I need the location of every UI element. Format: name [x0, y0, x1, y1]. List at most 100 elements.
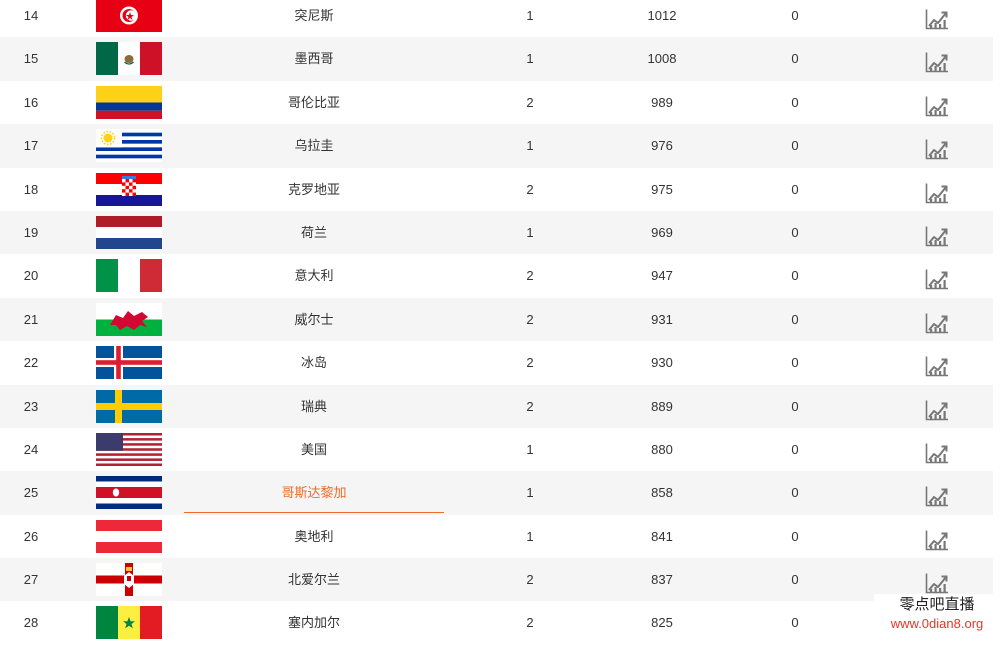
played-cell: 1 [526, 51, 534, 67]
trend-cell[interactable] [912, 211, 962, 254]
country-name-link[interactable]: 意大利 [184, 254, 444, 297]
table-row: 22 冰岛 2 930 0 [0, 341, 993, 384]
country-name-link[interactable]: 克罗地亚 [184, 168, 444, 211]
rank-cell: 28 [23, 615, 39, 631]
line-chart-icon[interactable] [925, 91, 949, 117]
points-cell: 989 [651, 94, 673, 110]
flag-cell [96, 124, 162, 167]
points-cell: 858 [651, 485, 673, 501]
table-row: 19 荷兰 1 969 0 [0, 210, 993, 255]
trend-cell[interactable] [912, 168, 962, 211]
trend-cell[interactable] [912, 37, 962, 80]
sweden-flag [96, 389, 162, 423]
change-cell: 0 [791, 8, 799, 23]
country-name-link[interactable]: 乌拉圭 [184, 124, 444, 167]
line-chart-icon[interactable] [925, 351, 949, 377]
points-cell: 947 [651, 268, 673, 284]
line-chart-icon[interactable] [925, 308, 949, 334]
country-name-link[interactable]: 美国 [184, 428, 444, 471]
points-cell: 976 [651, 138, 673, 154]
line-chart-icon[interactable] [925, 178, 949, 203]
trend-cell[interactable] [912, 124, 962, 167]
trend-cell[interactable] [912, 385, 962, 428]
change-cell: 0 [791, 485, 799, 501]
line-chart-icon[interactable] [925, 568, 949, 594]
change-cell: 0 [791, 138, 799, 154]
wales-flag [96, 302, 162, 336]
country-name-link[interactable]: 冰岛 [184, 341, 444, 384]
flag-cell [96, 471, 162, 514]
country-name-link[interactable]: 墨西哥 [184, 37, 444, 80]
points-cell: 841 [651, 528, 673, 544]
played-cell: 1 [526, 8, 534, 23]
rank-cell: 17 [23, 138, 39, 154]
played-cell: 1 [526, 224, 534, 240]
played-cell: 1 [526, 138, 534, 154]
played-cell: 2 [526, 398, 534, 414]
change-cell: 0 [791, 311, 799, 327]
line-chart-icon[interactable] [925, 438, 949, 464]
points-cell: 825 [651, 615, 673, 631]
trend-cell[interactable] [912, 428, 962, 471]
flag-cell [96, 254, 162, 297]
trend-cell[interactable] [912, 341, 962, 384]
change-cell: 0 [791, 441, 799, 457]
flag-cell [96, 168, 162, 211]
country-name-link[interactable]: 威尔士 [184, 298, 444, 341]
rank-cell: 15 [23, 51, 39, 67]
played-cell: 2 [526, 615, 534, 631]
country-name-link[interactable]: 塞内加尔 [184, 601, 444, 644]
country-name-link[interactable]: 突尼斯 [184, 0, 444, 37]
rank-cell: 21 [23, 311, 39, 327]
country-name-link[interactable]: 北爱尔兰 [184, 558, 444, 601]
rank-cell: 14 [23, 8, 39, 23]
flag-cell [96, 37, 162, 80]
table-row: 15 墨西哥 1 1008 0 [0, 37, 993, 81]
flag-cell [96, 81, 162, 124]
croatia-flag [96, 172, 162, 206]
points-cell: 975 [651, 181, 673, 197]
line-chart-icon[interactable] [925, 264, 949, 290]
change-cell: 0 [791, 572, 799, 588]
table-row: 21 威尔士 2 931 0 [0, 297, 993, 342]
mexico-flag [96, 42, 162, 76]
line-chart-icon[interactable] [925, 221, 949, 247]
country-name-link[interactable]: 奥地利 [184, 515, 444, 558]
rank-cell: 27 [23, 572, 39, 588]
country-name-link[interactable]: 哥伦比亚 [184, 81, 444, 124]
line-chart-icon[interactable] [925, 481, 949, 507]
trend-cell[interactable] [912, 254, 962, 297]
country-name-link[interactable]: 瑞典 [184, 385, 444, 428]
iceland-flag [96, 346, 162, 380]
flag-cell [96, 428, 162, 471]
rank-cell: 24 [23, 441, 39, 457]
rank-cell: 22 [23, 355, 39, 371]
senegal-flag [96, 606, 162, 640]
country-name-link[interactable]: 荷兰 [184, 211, 444, 254]
line-chart-icon[interactable] [925, 47, 949, 73]
table-row: 20 意大利 2 947 0 [0, 254, 993, 297]
trend-cell[interactable] [912, 515, 962, 558]
flag-cell [96, 601, 162, 644]
table-row: 14 突尼斯 1 1012 0 [0, 0, 993, 37]
change-cell: 0 [791, 355, 799, 371]
line-chart-icon[interactable] [925, 134, 949, 160]
line-chart-icon[interactable] [925, 4, 949, 30]
trend-cell[interactable] [912, 298, 962, 341]
country-name-link[interactable]: 哥斯达黎加 [184, 471, 444, 514]
trend-cell[interactable] [912, 471, 962, 514]
line-chart-icon[interactable] [925, 525, 949, 550]
line-chart-icon[interactable] [925, 395, 949, 420]
colombia-flag [96, 85, 162, 119]
uruguay-flag [96, 129, 162, 163]
table-row: 28 塞内加尔 2 825 0 [0, 601, 993, 644]
flag-cell [96, 385, 162, 428]
change-cell: 0 [791, 615, 799, 631]
tunisia-flag [96, 0, 162, 32]
played-cell: 2 [526, 94, 534, 110]
trend-cell[interactable] [912, 81, 962, 124]
rank-cell: 20 [23, 268, 39, 284]
played-cell: 1 [526, 441, 534, 457]
trend-cell[interactable] [912, 0, 962, 37]
austria-flag [96, 519, 162, 553]
